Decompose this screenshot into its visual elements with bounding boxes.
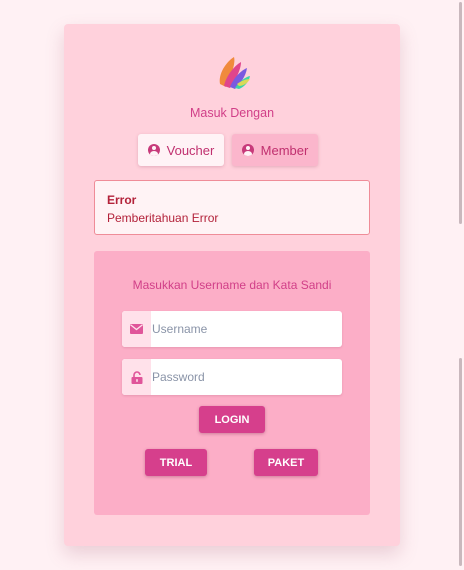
user-circle-icon [241, 144, 254, 156]
error-alert-title: Error [107, 193, 137, 207]
username-field[interactable] [122, 311, 342, 347]
login-method-title: Masuk Dengan [189, 106, 275, 120]
login-button[interactable]: LOGIN [199, 406, 265, 433]
envelope-icon [122, 311, 151, 347]
page-scrollbar[interactable] [458, 0, 464, 570]
paket-button[interactable]: PAKET [254, 449, 318, 476]
member-button-label: Member [260, 142, 309, 158]
member-button[interactable]: Member [232, 134, 318, 166]
error-alert-message: Pemberitahuan Error [107, 211, 219, 225]
error-alert: Error Pemberitahuan Error [94, 180, 370, 235]
app-logo-icon [219, 57, 250, 89]
username-input[interactable] [151, 311, 342, 347]
password-field[interactable] [122, 359, 342, 395]
trial-button[interactable]: TRIAL [145, 449, 207, 476]
voucher-button-label: Voucher [166, 142, 215, 158]
scrollbar-thumb-bottom[interactable] [459, 358, 462, 566]
voucher-button[interactable]: Voucher [138, 134, 224, 166]
login-form-heading: Masukkan Username dan Kata Sandi [132, 278, 332, 292]
password-input[interactable] [151, 359, 342, 395]
login-card: Masuk Dengan Voucher Member Error Pember… [64, 24, 400, 546]
lock-icon [122, 359, 151, 395]
login-form-panel: Masukkan Username dan Kata Sandi LOGIN [94, 251, 370, 515]
scrollbar-thumb-top[interactable] [459, 2, 462, 224]
user-circle-icon [147, 144, 160, 156]
